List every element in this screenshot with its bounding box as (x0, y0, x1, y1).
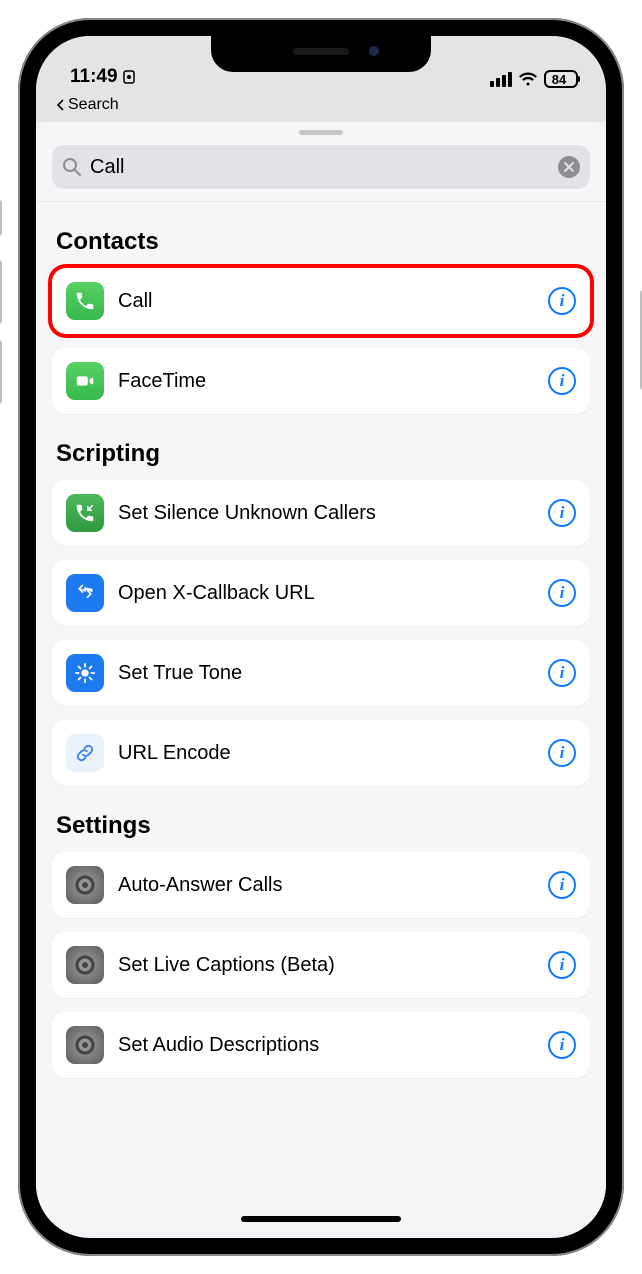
device-frame: 11:49 84 (0, 0, 642, 1274)
phone-icon (66, 282, 104, 320)
sheet-grabber[interactable] (299, 130, 343, 135)
info-button[interactable]: i (548, 1031, 576, 1059)
action-row-url-encode[interactable]: URL Encode i (52, 720, 590, 786)
gear-icon (66, 946, 104, 984)
info-button[interactable]: i (548, 367, 576, 395)
info-button[interactable]: i (548, 739, 576, 767)
action-label: Set Audio Descriptions (118, 1034, 534, 1057)
search-field[interactable] (52, 145, 590, 189)
info-button[interactable]: i (548, 659, 576, 687)
status-time: 11:49 (70, 66, 118, 88)
chevron-left-icon (56, 99, 66, 111)
screen: 11:49 84 (36, 36, 606, 1238)
battery-indicator: 84 (544, 70, 578, 88)
phone-incoming-icon (66, 494, 104, 532)
info-button[interactable]: i (548, 499, 576, 527)
back-to-search[interactable]: Search (36, 92, 606, 122)
search-input[interactable] (90, 156, 550, 179)
info-button[interactable]: i (548, 287, 576, 315)
clear-search-button[interactable] (558, 156, 580, 178)
action-row-audio-descriptions[interactable]: Set Audio Descriptions i (52, 1012, 590, 1078)
results-content: Contacts Call i (36, 202, 606, 1232)
wifi-icon (518, 71, 538, 87)
section-header-contacts: Contacts (56, 228, 586, 256)
action-label: Set Silence Unknown Callers (118, 502, 534, 525)
section-header-scripting: Scripting (56, 440, 586, 468)
action-row-live-captions[interactable]: Set Live Captions (Beta) i (52, 932, 590, 998)
search-icon (62, 157, 82, 177)
action-label: Open X-Callback URL (118, 582, 534, 605)
action-row-truetone[interactable]: Set True Tone i (52, 640, 590, 706)
portrait-lock-icon (122, 70, 136, 84)
action-label: URL Encode (118, 742, 534, 765)
cellular-signal-icon (490, 72, 512, 87)
info-button[interactable]: i (548, 871, 576, 899)
truetone-icon (66, 654, 104, 692)
info-button[interactable]: i (548, 579, 576, 607)
x-callback-icon (66, 574, 104, 612)
link-icon (66, 734, 104, 772)
action-label: FaceTime (118, 370, 534, 393)
facetime-icon (66, 362, 104, 400)
action-row-facetime[interactable]: FaceTime i (52, 348, 590, 414)
mute-switch (0, 200, 2, 236)
action-label: Auto-Answer Calls (118, 874, 534, 897)
action-label: Set True Tone (118, 662, 534, 685)
volume-down-button (0, 340, 2, 404)
action-row-auto-answer[interactable]: Auto-Answer Calls i (52, 852, 590, 918)
info-button[interactable]: i (548, 951, 576, 979)
back-label: Search (68, 96, 119, 114)
volume-up-button (0, 260, 2, 324)
action-row-x-callback[interactable]: Open X-Callback URL i (52, 560, 590, 626)
gear-icon (66, 1026, 104, 1064)
action-picker-sheet: Contacts Call i (36, 122, 606, 1232)
action-label: Call (118, 290, 534, 313)
notch (211, 36, 431, 72)
home-indicator[interactable] (241, 1216, 401, 1222)
gear-icon (66, 866, 104, 904)
section-header-settings: Settings (56, 812, 586, 840)
action-label: Set Live Captions (Beta) (118, 954, 534, 977)
action-row-silence-unknown[interactable]: Set Silence Unknown Callers i (52, 480, 590, 546)
close-icon (564, 162, 574, 172)
action-row-call[interactable]: Call i (52, 268, 590, 334)
